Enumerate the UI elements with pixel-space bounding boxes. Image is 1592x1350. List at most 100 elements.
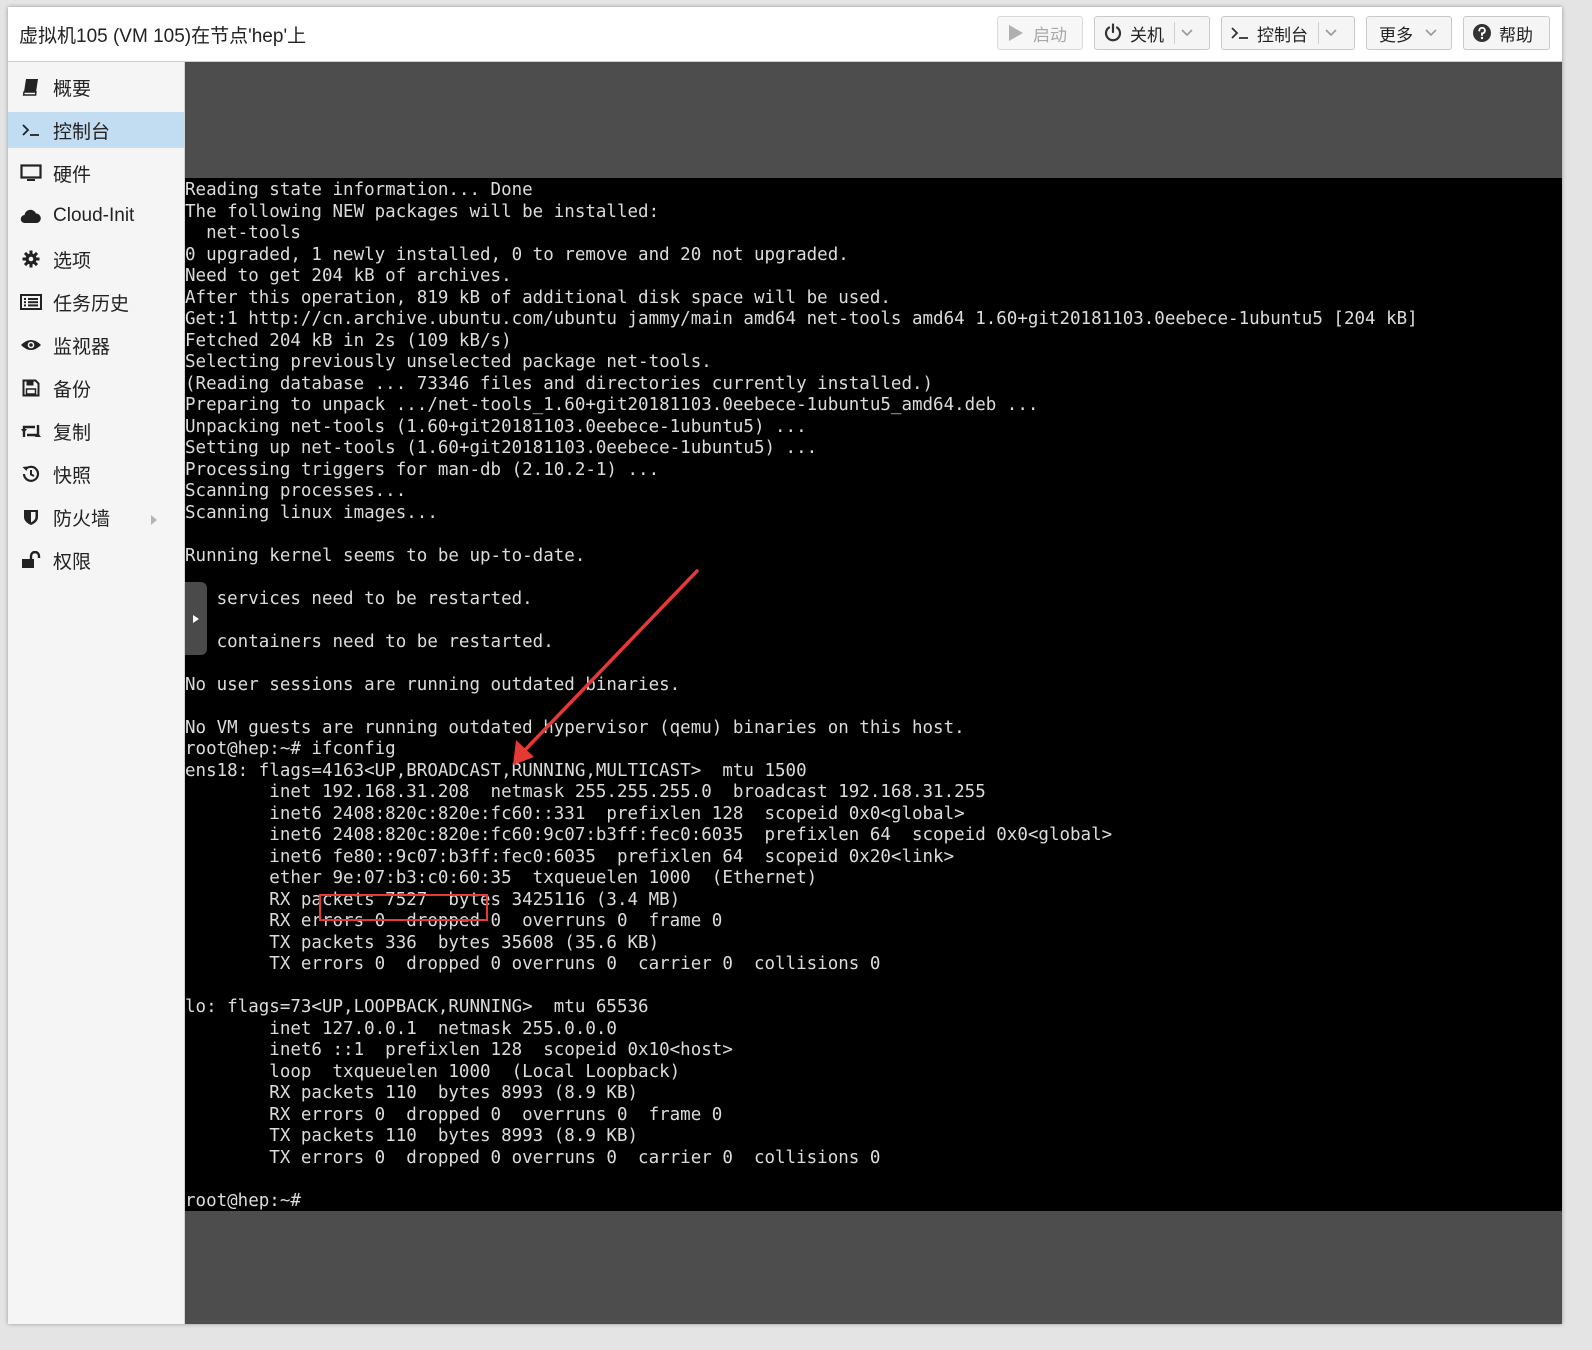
terminal-line: Setting up net-tools (1.60+git20181103.0…	[185, 438, 818, 458]
terminal-line: Selecting previously unselected package …	[185, 352, 712, 372]
terminal-icon	[20, 119, 42, 141]
sidebar-item-label: 硬件	[53, 164, 92, 186]
terminal-line: Scanning processes...	[185, 481, 407, 501]
terminal-line: net-tools	[185, 223, 301, 243]
terminal-line: Unpacking net-tools (1.60+git20181103.0e…	[185, 416, 807, 437]
chevron-down-icon	[1419, 29, 1443, 37]
sidebar-item-cloud-init[interactable]: Cloud-Init	[8, 198, 184, 234]
start-button-label: 启动	[1033, 25, 1067, 45]
unlock-icon	[20, 549, 42, 571]
floppy-icon	[20, 377, 42, 399]
terminal-line: TX errors 0 dropped 0 overruns 0 carrier…	[185, 954, 881, 974]
gear-icon	[20, 248, 42, 270]
sidebar-item-label: 快照	[53, 465, 92, 487]
terminal-line: Scanning linux images...	[185, 502, 438, 523]
list-icon	[20, 291, 42, 313]
sidebar-item-replication[interactable]: 复制	[8, 413, 184, 449]
sidebar-item-label: 防火墙	[53, 508, 111, 530]
terminal-line: Preparing to unpack .../net-tools_1.60+g…	[185, 395, 1039, 415]
shield-icon	[20, 506, 42, 528]
console-panel: Reading state information... Done The fol…	[185, 62, 1562, 1324]
sidebar-item-label: 任务历史	[53, 293, 130, 315]
terminal-line: Processing triggers for man-db (2.10.2-1…	[185, 459, 660, 480]
terminal-line: inet6 2408:820c:820e:fc60::331 prefixlen…	[185, 803, 965, 824]
ip-address-highlight-box	[319, 894, 488, 921]
chevron-down-icon[interactable]	[1319, 29, 1343, 37]
expand-arrow-icon[interactable]	[150, 510, 158, 532]
terminal-line: inet 127.0.0.1 netmask 255.0.0.0	[185, 1018, 617, 1039]
terminal-line: No user sessions are running outdated bi…	[185, 674, 681, 695]
page-title: 虚拟机105 (VM 105)在节点'hep'上	[19, 26, 307, 47]
caret-right-icon	[193, 614, 199, 623]
sidebar-item-permissions[interactable]: 权限	[8, 542, 184, 578]
terminal-line: inet 192.168.31.208 netmask 255.255.255.…	[185, 782, 986, 802]
sidebar-item-console[interactable]: 控制台	[8, 112, 184, 148]
sidebar-item-summary[interactable]: 概要	[8, 69, 184, 105]
terminal-line: Running kernel seems to be up-to-date.	[185, 545, 586, 566]
vm-terminal-screen[interactable]: Reading state information... Done The fol…	[185, 178, 1562, 1211]
sidebar-item-hardware[interactable]: 硬件	[8, 155, 184, 191]
sidebar-item-label: 复制	[53, 422, 92, 444]
sidebar-item-monitor[interactable]: 监视器	[8, 327, 184, 363]
terminal-line: RX errors 0 dropped 0 overruns 0 frame 0	[185, 1104, 723, 1125]
terminal-line: Reading state information... Done	[185, 180, 533, 200]
terminal-line: (Reading database ... 73346 files and di…	[185, 373, 934, 394]
sidebar-item-label: 权限	[53, 551, 92, 573]
terminal-line: No VM guests are running outdated hyperv…	[185, 717, 965, 738]
terminal-line: Fetched 204 kB in 2s (109 kB/s)	[185, 330, 512, 351]
console-button[interactable]: 控制台	[1221, 16, 1355, 50]
sidebar-item-label: 选项	[53, 250, 92, 272]
terminal-line: inet6 2408:820c:820e:fc60:9c07:b3ff:fec0…	[185, 825, 1113, 845]
sidebar-item-label: 监视器	[53, 336, 111, 358]
terminal-line: inet6 ::1 prefixlen 128 scopeid 0x10<hos…	[185, 1040, 733, 1060]
terminal-line: containers need to be restarted.	[185, 631, 554, 652]
chevron-down-icon[interactable]	[1175, 29, 1199, 37]
terminal-line: TX packets 336 bytes 35608 (35.6 KB)	[185, 932, 660, 953]
terminal-line: TX errors 0 dropped 0 overruns 0 carrier…	[185, 1147, 881, 1168]
sidebar-item-task-history[interactable]: 任务历史	[8, 284, 184, 320]
shutdown-button-label: 关机	[1130, 25, 1164, 45]
monitor-icon	[20, 162, 42, 184]
shutdown-button[interactable]: 关机	[1094, 16, 1210, 50]
help-button[interactable]: 帮助	[1463, 16, 1550, 50]
terminal-icon	[1230, 23, 1250, 43]
help-button-label: 帮助	[1499, 25, 1533, 45]
question-circle-icon	[1472, 23, 1492, 43]
power-icon	[1103, 23, 1123, 43]
sidebar-item-firewall[interactable]: 防火墙	[8, 499, 184, 535]
console-button-label: 控制台	[1257, 25, 1308, 45]
header-bar: 虚拟机105 (VM 105)在节点'hep'上 启动 关机 控制台 更多 帮助	[8, 7, 1562, 62]
sidebar-item-options[interactable]: 选项	[8, 241, 184, 277]
terminal-line: Need to get 204 kB of archives.	[185, 266, 512, 286]
start-button[interactable]: 启动	[997, 16, 1083, 50]
terminal-line: After this operation, 819 kB of addition…	[185, 287, 891, 308]
sidebar-item-backup[interactable]: 备份	[8, 370, 184, 406]
play-icon	[1006, 23, 1026, 43]
sidebar-item-label: 控制台	[53, 121, 111, 143]
terminal-line: root@hep:~# ifconfig	[185, 739, 396, 759]
sidebar-item-snapshots[interactable]: 快照	[8, 456, 184, 492]
novnc-side-panel-toggle[interactable]	[185, 582, 207, 655]
terminal-line: TX packets 110 bytes 8993 (8.9 KB)	[185, 1126, 639, 1146]
terminal-line: RX packets 110 bytes 8993 (8.9 KB)	[185, 1083, 639, 1103]
terminal-line: The following NEW packages will be insta…	[185, 201, 660, 222]
more-button[interactable]: 更多	[1366, 16, 1452, 50]
retweet-icon	[20, 420, 42, 442]
sidebar-item-label: 概要	[53, 78, 92, 100]
book-icon	[20, 76, 42, 98]
cloud-icon	[20, 205, 42, 227]
more-button-label: 更多	[1379, 25, 1413, 45]
sidebar-item-label: Cloud-Init	[53, 205, 135, 226]
terminal-line: inet6 fe80::9c07:b3ff:fec0:6035 prefixle…	[185, 846, 955, 867]
terminal-line: ens18: flags=4163<UP,BROADCAST,RUNNING,M…	[185, 760, 807, 781]
sidebar-item-label: 备份	[53, 379, 92, 401]
eye-icon	[20, 334, 42, 356]
terminal-line: 0 upgraded, 1 newly installed, 0 to remo…	[185, 244, 849, 265]
history-icon	[20, 463, 42, 485]
